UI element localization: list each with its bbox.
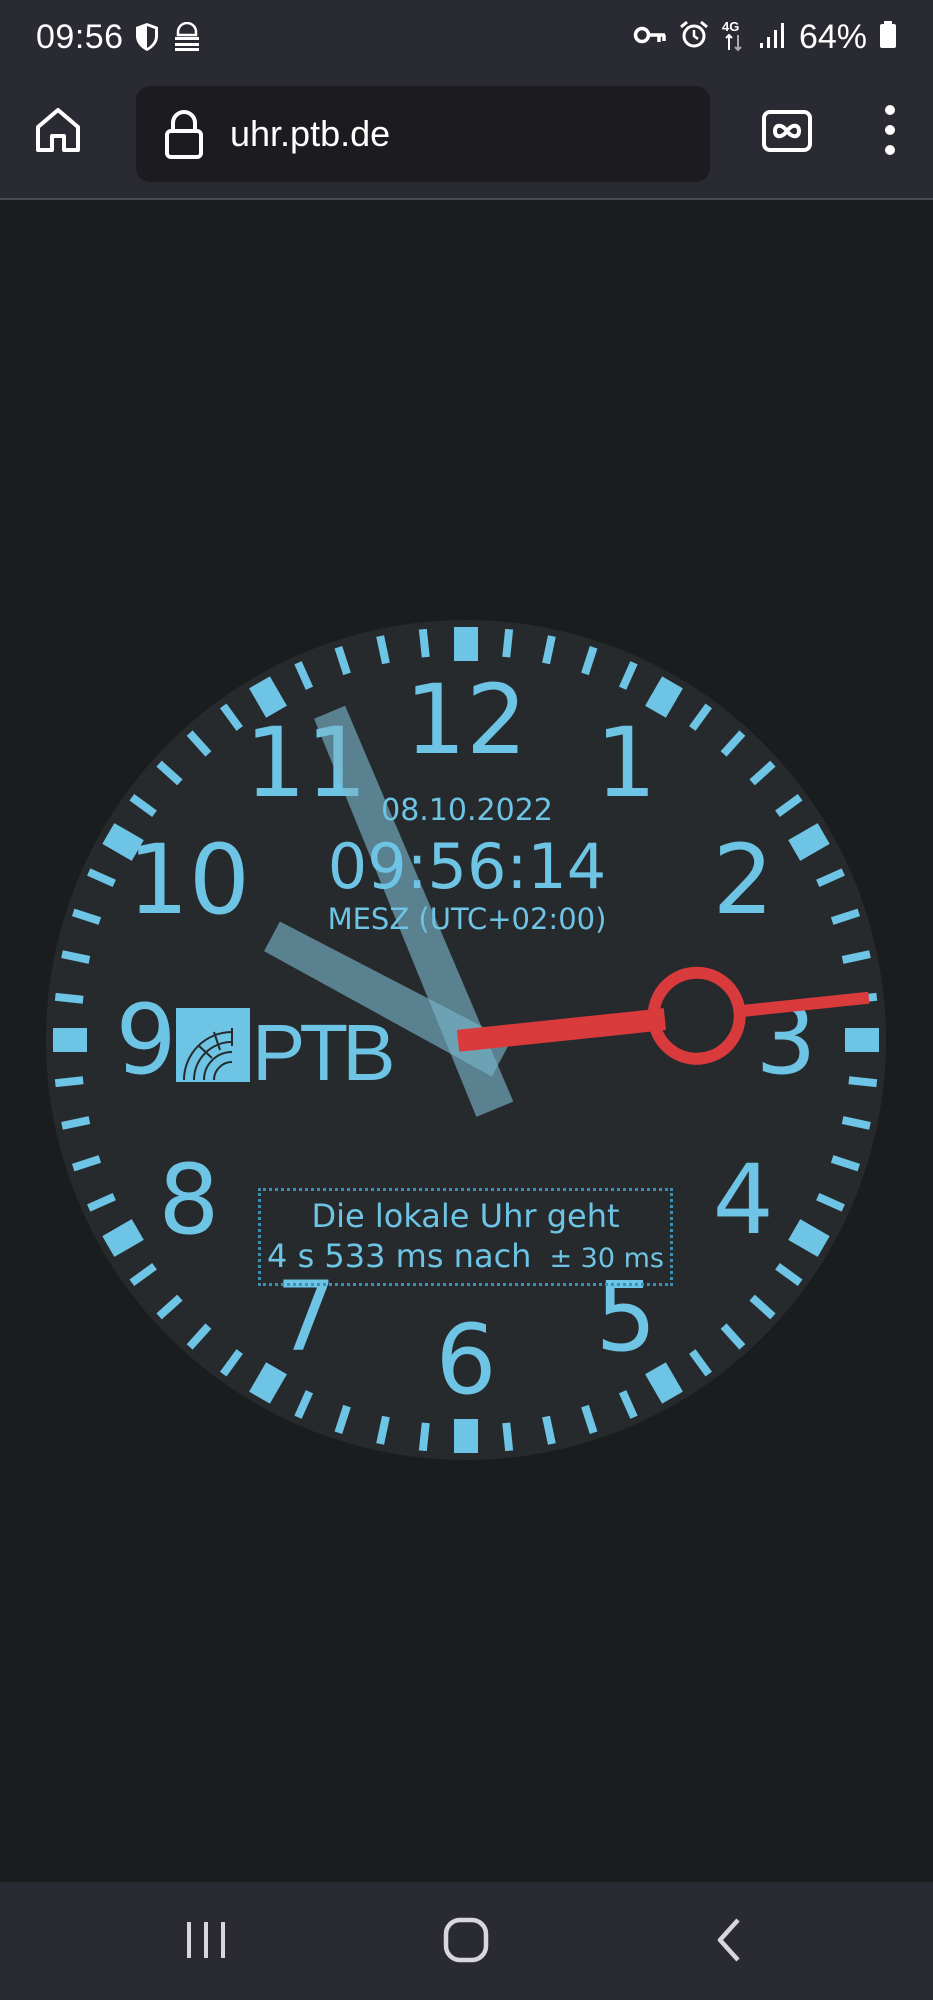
hour-tick bbox=[454, 1419, 478, 1453]
signal-icon bbox=[759, 21, 787, 54]
offset-accuracy: ± 30 ms bbox=[549, 1243, 664, 1274]
clock-numeral: 9 bbox=[115, 984, 176, 1096]
clock-numeral: 12 bbox=[405, 664, 527, 776]
home-nav-button[interactable] bbox=[436, 1912, 496, 1972]
hour-tick bbox=[53, 1028, 87, 1052]
clock-date: 08.10.2022 bbox=[381, 793, 553, 828]
battery-percentage: 64% bbox=[798, 18, 867, 56]
home-circle-icon bbox=[442, 1916, 490, 1969]
tabs-button[interactable] bbox=[762, 110, 812, 152]
url-bar[interactable]: uhr.ptb.de bbox=[136, 86, 710, 182]
hour-tick bbox=[454, 627, 478, 661]
clock-numeral: 6 bbox=[435, 1304, 496, 1416]
tabs-icon bbox=[762, 110, 812, 156]
clock-timezone: MESZ (UTC+02:00) bbox=[327, 902, 607, 936]
vpn-key-icon bbox=[633, 23, 667, 52]
back-button[interactable] bbox=[700, 1912, 760, 1972]
status-bar: 09:56 4G 64% bbox=[0, 0, 933, 80]
ptb-logo-text: PTB bbox=[252, 1008, 392, 1097]
url-text: uhr.ptb.de bbox=[230, 113, 391, 154]
analog-clock: 12 1234567891011 PTB bbox=[46, 620, 886, 1460]
hour-tick bbox=[845, 1028, 879, 1052]
clock-numeral: 4 bbox=[713, 1144, 774, 1256]
home-icon bbox=[33, 105, 83, 160]
web-content: 12 1 2 3 4 5 6 7 8 9 10 11 PTB 08.10.2022 09:56:14 … bbox=[0, 200, 933, 1882]
sim-toolkit-icon bbox=[172, 21, 202, 57]
offset-line-2: 4 s 533 ms nach ± 30 ms bbox=[261, 1237, 670, 1275]
battery-icon bbox=[879, 21, 897, 54]
offset-line-1: Die lokale Uhr geht bbox=[311, 1197, 620, 1235]
clock-numeral: 10 bbox=[128, 824, 250, 936]
browser-toolbar: uhr.ptb.de bbox=[0, 80, 933, 200]
clock-numeral: 8 bbox=[158, 1144, 219, 1256]
recent-apps-button[interactable] bbox=[176, 1912, 236, 1972]
4g-data-icon: 4G bbox=[721, 18, 747, 57]
back-icon bbox=[710, 1916, 750, 1969]
home-button[interactable] bbox=[30, 104, 86, 160]
status-left-icons bbox=[134, 21, 202, 57]
menu-button[interactable] bbox=[872, 102, 908, 162]
lock-icon bbox=[162, 109, 206, 159]
recent-apps-icon bbox=[184, 1918, 228, 1967]
status-right-icons: 4G 64% bbox=[633, 18, 897, 57]
menu-icon bbox=[884, 104, 896, 160]
system-navigation-bar bbox=[0, 1882, 933, 2000]
svg-text:4G: 4G bbox=[722, 19, 739, 34]
clock-numeral: 2 bbox=[713, 824, 774, 936]
clock-digital-time: 09:56:14 bbox=[327, 830, 607, 903]
shield-icon bbox=[134, 22, 160, 57]
status-time: 09:56 bbox=[36, 18, 124, 56]
offset-info-box: Die lokale Uhr geht 4 s 533 ms nach ± 30 … bbox=[258, 1188, 673, 1286]
ptb-logo-mark bbox=[176, 1008, 250, 1082]
alarm-icon bbox=[679, 20, 709, 55]
offset-value: 4 s 533 ms nach bbox=[267, 1237, 532, 1275]
